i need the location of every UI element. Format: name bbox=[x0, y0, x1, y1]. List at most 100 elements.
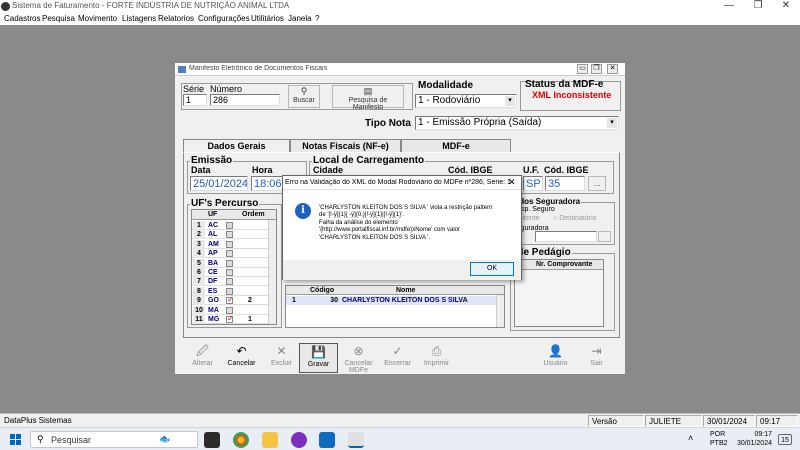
taskbar-clock[interactable]: 09:17 30/01/2024 bbox=[734, 430, 772, 448]
cod-ibge-label: Cód. IBGE bbox=[544, 165, 589, 175]
menu-relatorios[interactable]: Relatorios bbox=[158, 13, 194, 25]
uf-ordem: 1 bbox=[248, 316, 252, 323]
lang-indicator[interactable]: POR PTB2 bbox=[710, 430, 728, 448]
task-view-icon[interactable] bbox=[204, 432, 220, 448]
uf-checkbox[interactable] bbox=[226, 259, 233, 267]
uf-row[interactable]: 9GO 2 bbox=[192, 296, 268, 306]
uf-checkbox[interactable] bbox=[226, 231, 233, 239]
uf-scrollbar[interactable] bbox=[268, 220, 276, 324]
uf-code: ES bbox=[208, 287, 218, 295]
tab-mdfe[interactable]: MDF-e bbox=[401, 139, 511, 152]
uf-checkbox[interactable] bbox=[226, 250, 233, 258]
uf-row[interactable]: 2 AL bbox=[192, 230, 268, 240]
menu-janela[interactable]: Janela bbox=[288, 13, 312, 25]
tab-dados-gerais[interactable]: Dados Gerais bbox=[183, 139, 290, 152]
uf-checkbox[interactable] bbox=[226, 269, 233, 276]
bottom-button-8[interactable]: ⇥ Sair bbox=[577, 343, 616, 373]
notification-badge[interactable]: 15 bbox=[778, 434, 792, 445]
uf-col-header: UF bbox=[208, 211, 218, 218]
bottom-button-5[interactable]: ✓ Encerrar bbox=[378, 343, 417, 373]
uf-row[interactable]: 11MG 1 bbox=[192, 315, 268, 324]
uf-input[interactable]: SP bbox=[523, 176, 543, 191]
destinatario-radio[interactable]: ○ Destinatário bbox=[553, 215, 597, 222]
bottom-button-1[interactable]: ↶ Cancelar bbox=[222, 343, 261, 373]
lookup-button[interactable]: ... bbox=[588, 176, 606, 191]
menu-help[interactable]: ? bbox=[315, 13, 319, 25]
uf-grid-header: UF Ordem bbox=[192, 210, 276, 220]
uf-code: MA bbox=[208, 306, 219, 314]
condutor-row-num: 1 bbox=[292, 297, 296, 304]
bottom-button-label: Usuário bbox=[543, 360, 568, 367]
app-title: Sistema de Faturamento - FORTE INDÚSTRIA… bbox=[12, 1, 290, 10]
menu-utilitarios[interactable]: Utilitários bbox=[251, 13, 284, 25]
bottom-button-6[interactable]: ⎙ Imprimir bbox=[417, 343, 456, 373]
menu-movimento[interactable]: Movimento bbox=[78, 13, 117, 25]
uf-grid: UF Ordem 1AC2AL3AM4AP5BA6CE7DF8ES9GO210M… bbox=[191, 209, 277, 325]
uf-row[interactable]: 5 BA bbox=[192, 258, 268, 268]
uf-code: AC bbox=[208, 222, 219, 229]
bottom-button-2[interactable]: ✕ Excluir bbox=[262, 343, 301, 373]
seguradora-lookup-button[interactable] bbox=[598, 231, 611, 242]
uf-checkbox[interactable] bbox=[226, 297, 234, 305]
tipo-nota-select[interactable]: 1 - Emissão Própria (Saída) ▾ bbox=[415, 116, 619, 130]
uf-row[interactable]: 1 AC bbox=[192, 221, 268, 230]
windows-start-icon[interactable] bbox=[10, 434, 21, 445]
uf-checkbox[interactable] bbox=[226, 306, 233, 314]
uf-checkbox[interactable] bbox=[226, 316, 234, 323]
outlook-icon[interactable] bbox=[319, 432, 335, 448]
ok-button[interactable]: OK bbox=[470, 262, 514, 276]
pesquisa-label: Pesquisa de Manifesto bbox=[348, 97, 388, 111]
bottom-button-4[interactable]: ⊗ Cancelar MDFe bbox=[339, 343, 378, 374]
seguradora-input[interactable] bbox=[535, 231, 597, 242]
hora-input[interactable]: 18:06 bbox=[251, 176, 283, 191]
close-icon[interactable]: ✕ bbox=[772, 0, 800, 13]
data-input[interactable]: 25/01/2024 bbox=[190, 176, 248, 191]
bottom-button-icon: ⎙ bbox=[431, 344, 442, 358]
uf-checkbox[interactable] bbox=[226, 222, 233, 229]
table-row[interactable]: 1 30 CHARLYSTON KLEITON DOS S SILVA bbox=[286, 296, 496, 305]
numero-input[interactable]: 286 bbox=[210, 94, 280, 106]
minimize-icon[interactable]: — bbox=[715, 0, 743, 13]
uf-row[interactable]: 4 AP bbox=[192, 249, 268, 259]
bottom-button-0[interactable]: 🖉 Alterar bbox=[183, 343, 222, 373]
uf-checkbox[interactable] bbox=[226, 287, 233, 295]
uf-code: AL bbox=[208, 231, 218, 239]
menu-cadastros[interactable]: Cadastros bbox=[4, 13, 40, 25]
buscar-button[interactable]: ⚲ Buscar bbox=[288, 85, 320, 108]
modalidade-select[interactable]: 1 - Rodoviário ▾ bbox=[415, 94, 517, 108]
bottom-button-3[interactable]: 💾 Gravar bbox=[299, 343, 338, 373]
menu-pesquisa[interactable]: Pesquisa bbox=[42, 13, 75, 25]
taskbar-search[interactable]: ⚲ Pesquisar 🐟 bbox=[30, 431, 198, 448]
uf-row[interactable]: 7 DF bbox=[192, 277, 268, 287]
uf-checkbox[interactable] bbox=[226, 240, 233, 248]
uf-row[interactable]: 3 AM bbox=[192, 239, 268, 249]
bottom-button-7[interactable]: 👤 Usuário bbox=[536, 343, 575, 373]
form-restore-icon[interactable]: ❐ bbox=[591, 64, 602, 74]
tray-chevron-icon[interactable]: ˄ bbox=[688, 433, 693, 443]
form-titlebar: Manifesto Eletrônico de Documentos Fisca… bbox=[175, 63, 625, 76]
chevron-down-icon[interactable]: ▾ bbox=[505, 96, 515, 106]
uf-checkbox[interactable] bbox=[226, 278, 233, 286]
file-explorer-icon[interactable] bbox=[262, 432, 278, 448]
dialog-close-icon[interactable]: ✕ bbox=[508, 177, 516, 188]
uf-row[interactable]: 6 CE bbox=[192, 268, 268, 277]
dialog-titlebar: Erro na Validação do XML do Modal Rodovi… bbox=[283, 176, 521, 190]
chrome-icon[interactable] bbox=[233, 432, 249, 448]
serie-input[interactable]: 1 bbox=[183, 94, 207, 106]
form-minimize-icon[interactable]: ▭ bbox=[577, 64, 588, 74]
menu-configuracoes[interactable]: Configurações bbox=[198, 13, 250, 25]
uf-row-num: 3 bbox=[193, 239, 205, 249]
chevron-down-icon[interactable]: ▾ bbox=[607, 118, 617, 128]
nr-comprovante-col: Nr. Comprovante bbox=[536, 261, 593, 268]
pesquisa-manifesto-button[interactable]: ▤ Pesquisa de Manifesto bbox=[332, 85, 404, 111]
dialog-message-line: '{http://www.portalfiscal.inf.br/mdfe}xN… bbox=[319, 227, 461, 234]
restore-icon[interactable]: ❐ bbox=[744, 0, 772, 13]
cod-ibge-input[interactable]: 35 bbox=[545, 176, 585, 191]
form-close-icon[interactable]: ✕ bbox=[607, 64, 618, 74]
bottom-button-icon: ↶ bbox=[236, 344, 247, 358]
condutor-scrollbar[interactable] bbox=[496, 295, 504, 327]
menu-listagens[interactable]: Listagens bbox=[122, 13, 156, 25]
faturamento-app-icon[interactable] bbox=[348, 432, 364, 448]
tab-notas-fiscais[interactable]: Notas Fiscais (NF-e) bbox=[290, 139, 401, 152]
app-icon[interactable] bbox=[291, 432, 307, 448]
